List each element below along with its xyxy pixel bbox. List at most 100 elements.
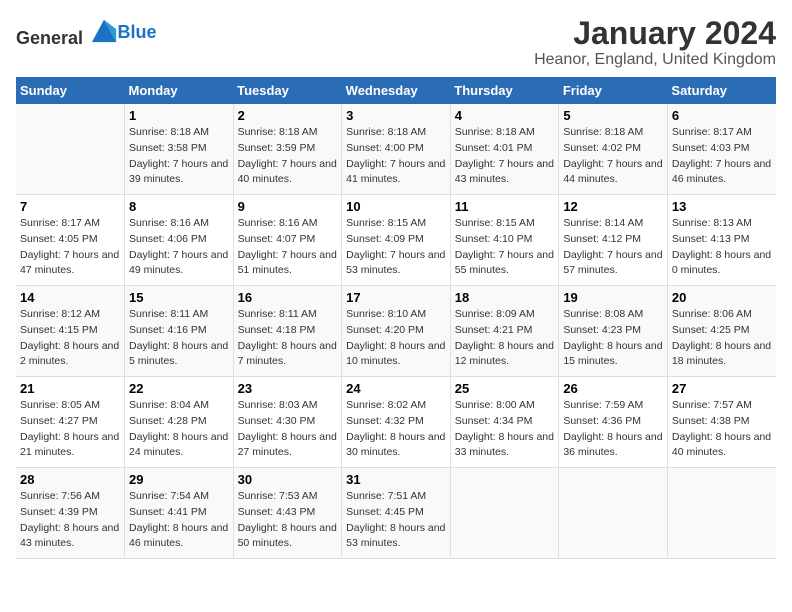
logo-icon <box>90 16 118 44</box>
header-day-wednesday: Wednesday <box>342 77 451 104</box>
calendar-cell: 13 Sunrise: 8:13 AMSunset: 4:13 PMDayligh… <box>667 195 776 286</box>
calendar-cell <box>559 468 668 559</box>
day-number: 11 <box>455 199 555 214</box>
calendar-cell <box>667 468 776 559</box>
calendar-cell: 19 Sunrise: 8:08 AMSunset: 4:23 PMDayligh… <box>559 286 668 377</box>
cell-info: Sunrise: 8:18 AMSunset: 3:59 PMDaylight:… <box>238 125 338 188</box>
day-number: 23 <box>238 381 338 396</box>
week-row-4: 21Sunrise: 8:05 AMSunset: 4:27 PMDayligh… <box>16 377 776 468</box>
calendar-cell: 17Sunrise: 8:10 AMSunset: 4:20 PMDayligh… <box>342 286 451 377</box>
day-number: 28 <box>20 472 120 487</box>
calendar-cell: 1 Sunrise: 8:18 AMSunset: 3:58 PMDaylight… <box>125 104 234 195</box>
cell-info: Sunrise: 8:12 AMSunset: 4:15 PMDaylight:… <box>20 307 120 370</box>
calendar-cell: 10 Sunrise: 8:15 AMSunset: 4:09 PMDayligh… <box>342 195 451 286</box>
calendar-cell <box>16 104 125 195</box>
logo-text-general: General <box>16 28 83 48</box>
cell-info: Sunrise: 8:06 AMSunset: 4:25 PMDaylight:… <box>672 307 772 370</box>
cell-info: Sunrise: 7:57 AMSunset: 4:38 PMDaylight:… <box>672 398 772 461</box>
calendar-cell: 18 Sunrise: 8:09 AMSunset: 4:21 PMDayligh… <box>450 286 559 377</box>
day-number: 14 <box>20 290 120 305</box>
cell-info: Sunrise: 8:18 AMSunset: 3:58 PMDaylight:… <box>129 125 229 188</box>
calendar-cell: 6Sunrise: 8:17 AMSunset: 4:03 PMDaylight… <box>667 104 776 195</box>
calendar-table: SundayMondayTuesdayWednesdayThursdayFrid… <box>16 77 776 559</box>
calendar-cell: 9Sunrise: 8:16 AMSunset: 4:07 PMDaylight… <box>233 195 342 286</box>
cell-info: Sunrise: 8:18 AMSunset: 4:02 PMDaylight:… <box>563 125 663 188</box>
calendar-cell: 7 Sunrise: 8:17 AMSunset: 4:05 PMDaylight… <box>16 195 125 286</box>
cell-info: Sunrise: 8:17 AMSunset: 4:05 PMDaylight:… <box>20 216 120 279</box>
cell-info: Sunrise: 8:03 AMSunset: 4:30 PMDaylight:… <box>238 398 338 461</box>
calendar-cell: 23 Sunrise: 8:03 AMSunset: 4:30 PMDayligh… <box>233 377 342 468</box>
calendar-cell: 29 Sunrise: 7:54 AMSunset: 4:41 PMDayligh… <box>125 468 234 559</box>
cell-info: Sunrise: 8:17 AMSunset: 4:03 PMDaylight:… <box>672 125 772 188</box>
cell-info: Sunrise: 7:54 AMSunset: 4:41 PMDaylight:… <box>129 489 229 552</box>
calendar-cell: 26 Sunrise: 7:59 AMSunset: 4:36 PMDayligh… <box>559 377 668 468</box>
header-day-friday: Friday <box>559 77 668 104</box>
week-row-3: 14 Sunrise: 8:12 AMSunset: 4:15 PMDayligh… <box>16 286 776 377</box>
header-day-sunday: Sunday <box>16 77 125 104</box>
header-row: SundayMondayTuesdayWednesdayThursdayFrid… <box>16 77 776 104</box>
cell-info: Sunrise: 7:56 AMSunset: 4:39 PMDaylight:… <box>20 489 120 552</box>
week-row-5: 28 Sunrise: 7:56 AMSunset: 4:39 PMDayligh… <box>16 468 776 559</box>
cell-info: Sunrise: 8:02 AMSunset: 4:32 PMDaylight:… <box>346 398 446 461</box>
day-number: 27 <box>672 381 772 396</box>
calendar-cell: 4 Sunrise: 8:18 AMSunset: 4:01 PMDaylight… <box>450 104 559 195</box>
day-number: 13 <box>672 199 772 214</box>
day-number: 29 <box>129 472 229 487</box>
cell-info: Sunrise: 8:08 AMSunset: 4:23 PMDaylight:… <box>563 307 663 370</box>
header-day-tuesday: Tuesday <box>233 77 342 104</box>
cell-info: Sunrise: 8:18 AMSunset: 4:00 PMDaylight:… <box>346 125 446 188</box>
day-number: 17 <box>346 290 446 305</box>
calendar-cell: 14 Sunrise: 8:12 AMSunset: 4:15 PMDayligh… <box>16 286 125 377</box>
subtitle: Heanor, England, United Kingdom <box>534 51 776 69</box>
cell-info: Sunrise: 8:14 AMSunset: 4:12 PMDaylight:… <box>563 216 663 279</box>
calendar-cell: 15 Sunrise: 8:11 AMSunset: 4:16 PMDayligh… <box>125 286 234 377</box>
cell-info: Sunrise: 8:09 AMSunset: 4:21 PMDaylight:… <box>455 307 555 370</box>
day-number: 26 <box>563 381 663 396</box>
cell-info: Sunrise: 8:11 AMSunset: 4:16 PMDaylight:… <box>129 307 229 370</box>
calendar-cell: 11 Sunrise: 8:15 AMSunset: 4:10 PMDayligh… <box>450 195 559 286</box>
cell-info: Sunrise: 8:18 AMSunset: 4:01 PMDaylight:… <box>455 125 555 188</box>
cell-info: Sunrise: 8:15 AMSunset: 4:09 PMDaylight:… <box>346 216 446 279</box>
cell-info: Sunrise: 8:04 AMSunset: 4:28 PMDaylight:… <box>129 398 229 461</box>
calendar-cell: 3Sunrise: 8:18 AMSunset: 4:00 PMDaylight… <box>342 104 451 195</box>
calendar-cell: 8 Sunrise: 8:16 AMSunset: 4:06 PMDaylight… <box>125 195 234 286</box>
cell-info: Sunrise: 8:13 AMSunset: 4:13 PMDaylight:… <box>672 216 772 279</box>
header-day-monday: Monday <box>125 77 234 104</box>
day-number: 19 <box>563 290 663 305</box>
cell-info: Sunrise: 7:59 AMSunset: 4:36 PMDaylight:… <box>563 398 663 461</box>
cell-info: Sunrise: 8:16 AMSunset: 4:06 PMDaylight:… <box>129 216 229 279</box>
calendar-cell: 22 Sunrise: 8:04 AMSunset: 4:28 PMDayligh… <box>125 377 234 468</box>
calendar-cell: 28 Sunrise: 7:56 AMSunset: 4:39 PMDayligh… <box>16 468 125 559</box>
cell-info: Sunrise: 7:51 AMSunset: 4:45 PMDaylight:… <box>346 489 446 552</box>
cell-info: Sunrise: 7:53 AMSunset: 4:43 PMDaylight:… <box>238 489 338 552</box>
calendar-cell: 25Sunrise: 8:00 AMSunset: 4:34 PMDayligh… <box>450 377 559 468</box>
calendar-cell: 2 Sunrise: 8:18 AMSunset: 3:59 PMDaylight… <box>233 104 342 195</box>
day-number: 18 <box>455 290 555 305</box>
calendar-cell <box>450 468 559 559</box>
calendar-cell: 24 Sunrise: 8:02 AMSunset: 4:32 PMDayligh… <box>342 377 451 468</box>
day-number: 24 <box>346 381 446 396</box>
day-number: 12 <box>563 199 663 214</box>
day-number: 25 <box>455 381 555 396</box>
week-row-1: 1 Sunrise: 8:18 AMSunset: 3:58 PMDaylight… <box>16 104 776 195</box>
cell-info: Sunrise: 8:16 AMSunset: 4:07 PMDaylight:… <box>238 216 338 279</box>
logo-text-blue: Blue <box>118 22 157 42</box>
cell-info: Sunrise: 8:15 AMSunset: 4:10 PMDaylight:… <box>455 216 555 279</box>
calendar-cell: 12 Sunrise: 8:14 AMSunset: 4:12 PMDayligh… <box>559 195 668 286</box>
calendar-cell: 21Sunrise: 8:05 AMSunset: 4:27 PMDayligh… <box>16 377 125 468</box>
day-number: 8 <box>129 199 229 214</box>
day-number: 15 <box>129 290 229 305</box>
day-number: 10 <box>346 199 446 214</box>
day-number: 4 <box>455 108 555 123</box>
day-number: 7 <box>20 199 120 214</box>
day-number: 5 <box>563 108 663 123</box>
day-number: 22 <box>129 381 229 396</box>
title-area: January 2024 Heanor, England, United Kin… <box>534 16 776 69</box>
day-number: 1 <box>129 108 229 123</box>
main-title: January 2024 <box>534 16 776 51</box>
calendar-cell: 20Sunrise: 8:06 AMSunset: 4:25 PMDayligh… <box>667 286 776 377</box>
header: General Blue January 2024 Heanor, Englan… <box>16 16 776 69</box>
header-day-thursday: Thursday <box>450 77 559 104</box>
day-number: 2 <box>238 108 338 123</box>
calendar-cell: 30Sunrise: 7:53 AMSunset: 4:43 PMDayligh… <box>233 468 342 559</box>
